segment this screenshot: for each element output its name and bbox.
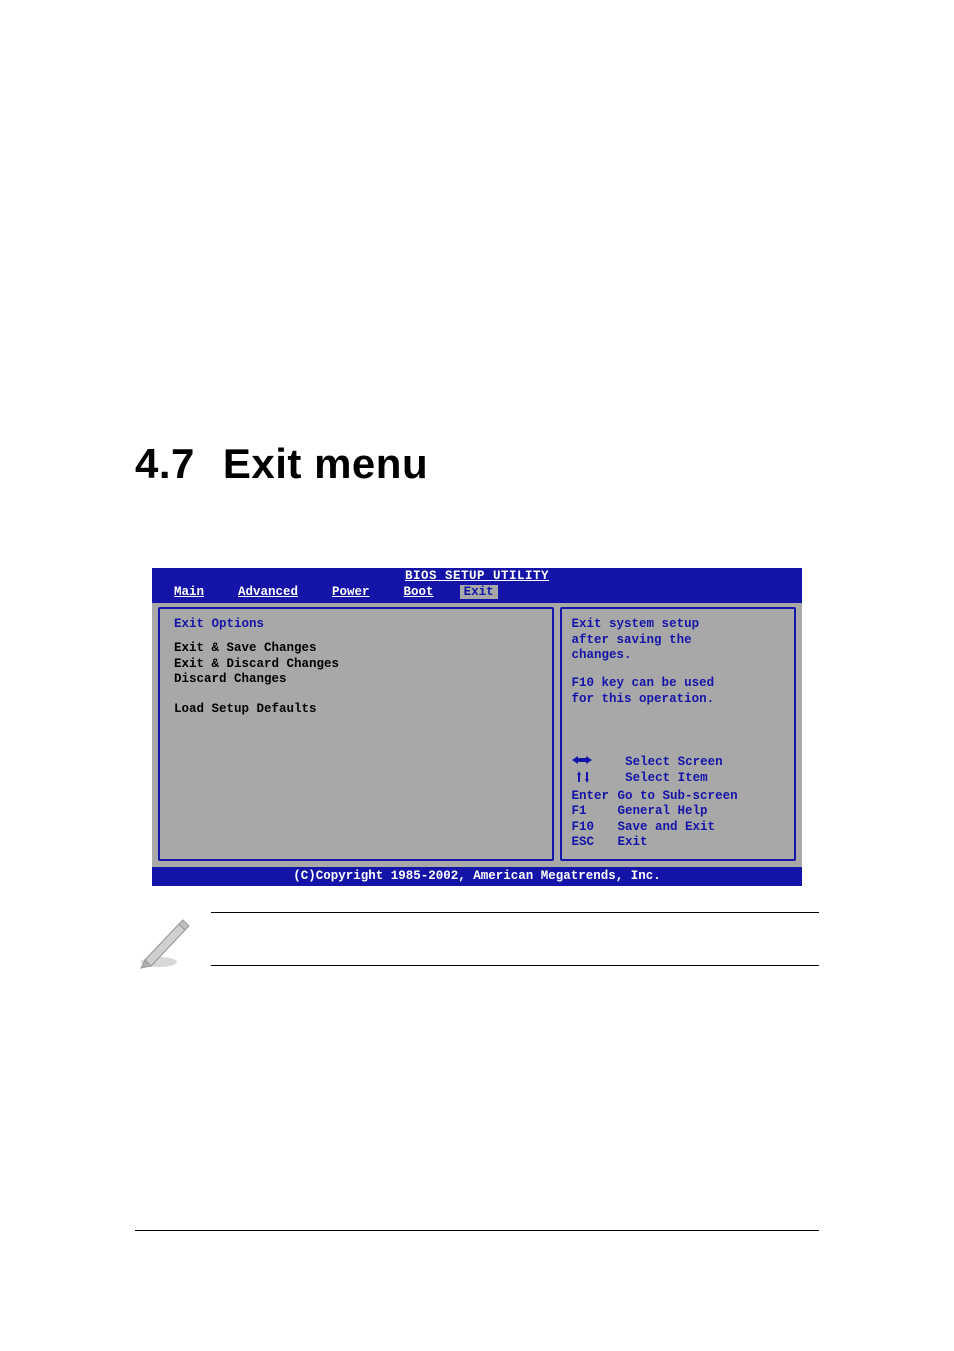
bios-screenshot: BIOS SETUP UTILITY Main Advanced Power B… — [152, 568, 802, 886]
section-heading: 4.7 Exit menu — [135, 440, 819, 488]
help-text: Exit system setup after saving the chang… — [572, 617, 784, 707]
exit-options-header: Exit Options — [174, 617, 538, 631]
menu-item-discard-changes[interactable]: Exit & Discard Changes — [174, 657, 538, 673]
tab-advanced[interactable]: Advanced — [230, 585, 306, 599]
arrow-up-down-icon — [572, 771, 618, 789]
tab-main[interactable]: Main — [166, 585, 212, 599]
page-footer-rule — [135, 1230, 819, 1231]
help-panel: Exit system setup after saving the chang… — [560, 607, 796, 861]
bios-menubar: Main Advanced Power Boot Exit — [152, 583, 802, 603]
section-number: 4.7 — [135, 440, 195, 487]
exit-options-panel: Exit Options Exit & Save Changes Exit & … — [158, 607, 554, 861]
pen-note-icon — [135, 912, 193, 975]
menu-item-discard-only[interactable]: Discard Changes — [174, 672, 538, 688]
f1-key-label: F1 — [572, 804, 618, 820]
bios-copyright-footer: (C)Copyright 1985-2002, American Megatre… — [152, 867, 802, 886]
note-block — [135, 912, 819, 975]
tab-power[interactable]: Power — [324, 585, 378, 599]
tab-boot[interactable]: Boot — [396, 585, 442, 599]
arrow-left-right-icon — [572, 755, 618, 771]
enter-key-label: Enter — [572, 789, 618, 805]
key-hints: Select Screen Select — [572, 755, 784, 851]
tab-exit[interactable]: Exit — [460, 585, 498, 599]
bios-titlebar: BIOS SETUP UTILITY — [152, 568, 802, 583]
note-rule-bottom — [211, 965, 819, 966]
menu-item-load-defaults[interactable]: Load Setup Defaults — [174, 702, 538, 718]
esc-key-label: ESC — [572, 835, 618, 851]
section-title: Exit menu — [223, 440, 428, 487]
f10-key-label: F10 — [572, 820, 618, 836]
menu-item-save-changes[interactable]: Exit & Save Changes — [174, 641, 538, 657]
